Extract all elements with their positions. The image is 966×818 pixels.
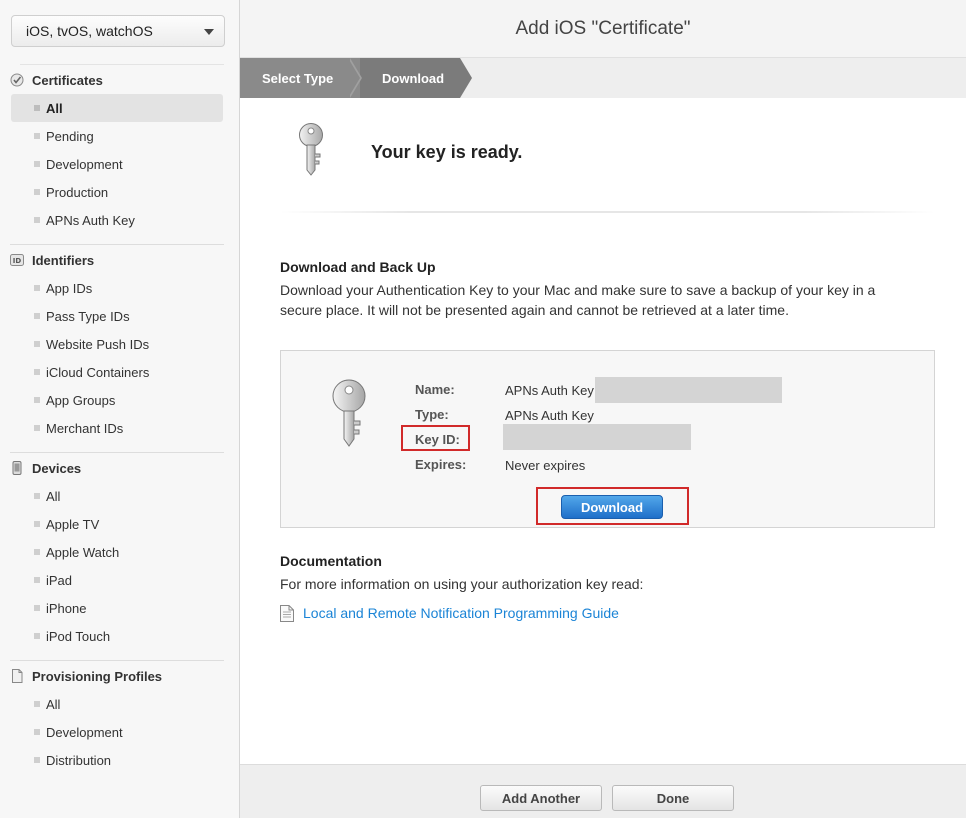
sidebar-item-devices-all[interactable]: All [0, 482, 240, 510]
section-heading: Devices [0, 454, 240, 482]
step-select-type: Select Type [240, 58, 360, 98]
notification-guide-link[interactable]: Local and Remote Notification Programmin… [303, 605, 619, 621]
sidebar-item-apns-auth-key[interactable]: APNs Auth Key [0, 206, 240, 234]
name-value: APNs Auth Key [505, 383, 594, 398]
key-ready-message: Your key is ready. [371, 142, 523, 162]
sidebar-item-merchant-ids[interactable]: Merchant IDs [0, 414, 240, 442]
divider [10, 660, 224, 661]
divider [20, 64, 224, 65]
sidebar-item-ipad[interactable]: iPad [0, 566, 240, 594]
platform-select[interactable]: iOS, tvOS, watchOS [11, 15, 225, 47]
sidebar-item-profiles-development[interactable]: Development [0, 718, 240, 746]
page-title: Add iOS "Certificate" [240, 0, 966, 58]
platform-select-label: iOS, tvOS, watchOS [26, 23, 153, 39]
document-icon [10, 669, 24, 683]
documentation-heading: Documentation [280, 553, 382, 569]
backup-heading: Download and Back Up [280, 259, 436, 275]
section-identifiers: ID Identifiers App IDs Pass Type IDs Web… [0, 246, 240, 442]
redacted-key-id [503, 424, 691, 450]
sidebar-item-app-groups[interactable]: App Groups [0, 386, 240, 414]
sidebar-item-iphone[interactable]: iPhone [0, 594, 240, 622]
step-arrow [348, 58, 360, 98]
step-download: Download [360, 58, 460, 98]
section-devices: Devices All Apple TV Apple Watch iPad iP… [0, 454, 240, 650]
redacted-name [595, 377, 782, 403]
sidebar-item-apple-watch[interactable]: Apple Watch [0, 538, 240, 566]
expires-label: Expires: [415, 457, 467, 472]
backup-description: Download your Authentication Key to your… [280, 282, 876, 318]
sidebar-item-pass-type-ids[interactable]: Pass Type IDs [0, 302, 240, 330]
certificate-icon [10, 73, 24, 87]
sidebar-item-icloud-containers[interactable]: iCloud Containers [0, 358, 240, 386]
id-badge-icon: ID [10, 253, 24, 267]
main-content: Add iOS "Certificate" Download Select Ty… [240, 0, 966, 818]
name-label: Name: [415, 382, 455, 397]
key-icon [292, 122, 332, 181]
step-arrow [460, 58, 472, 98]
chevron-down-icon [204, 29, 214, 35]
key-icon [329, 379, 371, 452]
step-indicator: Download Select Type [240, 58, 966, 98]
section-provisioning-profiles: Provisioning Profiles All Development Di… [0, 662, 240, 774]
sidebar-item-development[interactable]: Development [0, 150, 240, 178]
sidebar-item-apple-tv[interactable]: Apple TV [0, 510, 240, 538]
device-icon [10, 461, 24, 475]
divider [10, 452, 224, 453]
footer-bar: Add Another Done [240, 764, 966, 818]
sidebar-item-profiles-all[interactable]: All [0, 690, 240, 718]
section-heading: Certificates [0, 66, 240, 94]
sidebar-item-ipod-touch[interactable]: iPod Touch [0, 622, 240, 650]
key-details-panel: Name: APNs Auth Key Type: APNs Auth Key … [280, 350, 935, 528]
sidebar-item-app-ids[interactable]: App IDs [0, 274, 240, 302]
sidebar-item-distribution[interactable]: Distribution [0, 746, 240, 774]
download-button[interactable]: Download [561, 495, 663, 519]
done-button[interactable]: Done [612, 785, 734, 811]
type-value: APNs Auth Key [505, 408, 594, 423]
svg-text:ID: ID [13, 257, 22, 265]
sidebar-item-production[interactable]: Production [0, 178, 240, 206]
document-icon [280, 605, 294, 625]
sidebar-item-certificates-all[interactable]: All [11, 94, 223, 122]
divider [10, 244, 224, 245]
documentation-description: For more information on using your autho… [280, 576, 644, 592]
sidebar: iOS, tvOS, watchOS Certificates All Pend… [0, 0, 240, 818]
section-heading: ID Identifiers [0, 246, 240, 274]
section-certificates: Certificates All Pending Development Pro… [0, 66, 240, 234]
type-label: Type: [415, 407, 449, 422]
sidebar-item-website-push-ids[interactable]: Website Push IDs [0, 330, 240, 358]
add-another-button[interactable]: Add Another [480, 785, 602, 811]
expires-value: Never expires [505, 458, 586, 473]
highlight-box [401, 425, 470, 451]
sidebar-item-pending[interactable]: Pending [0, 122, 240, 150]
divider [280, 211, 935, 213]
section-heading: Provisioning Profiles [0, 662, 240, 690]
